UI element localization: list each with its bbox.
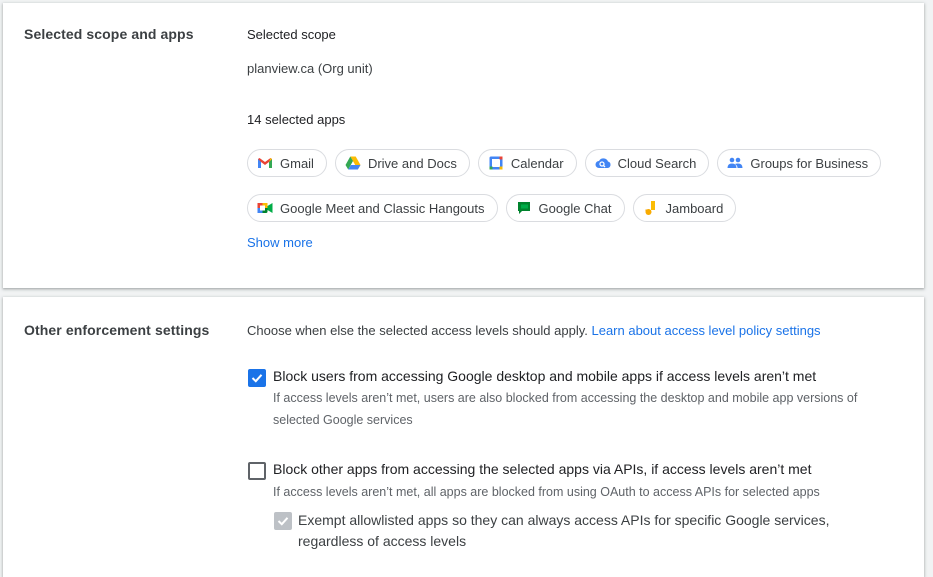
scope-value: planview.ca (Org unit) [247, 61, 373, 76]
drive-icon [345, 155, 361, 171]
app-chip-chat[interactable]: Google Chat [505, 194, 625, 222]
app-chip-gmail[interactable]: Gmail [247, 149, 327, 177]
apps-count: 14 selected apps [247, 112, 346, 127]
cloud-search-icon [595, 155, 611, 171]
enforcement-intro: Choose when else the selected access lev… [247, 323, 821, 338]
app-chip-drive[interactable]: Drive and Docs [334, 149, 470, 177]
learn-more-link[interactable]: Learn about access level policy settings [591, 323, 820, 338]
exempt-allowlisted-checkbox[interactable] [274, 512, 292, 530]
app-chip-label: Google Meet and Classic Hangouts [280, 200, 485, 216]
check-icon [251, 374, 263, 383]
apps-chip-row-1: Gmail Drive and Docs Calendar Cloud Sear… [247, 149, 882, 177]
enforcement-card: Other enforcement settings Choose when e… [3, 297, 924, 577]
scope-card: Selected scope and apps Selected scope p… [3, 3, 924, 288]
exempt-allowlisted-label-1: Exempt allowlisted apps so they can alwa… [298, 512, 830, 528]
show-more-link[interactable]: Show more [247, 235, 313, 250]
scope-label: Selected scope [247, 27, 336, 42]
app-chip-meet[interactable]: Google Meet and Classic Hangouts [247, 194, 498, 222]
section-title-enforcement: Other enforcement settings [24, 322, 210, 338]
block-desktop-mobile-label[interactable]: Block users from accessing Google deskto… [273, 366, 816, 387]
app-chip-label: Google Chat [538, 200, 612, 216]
block-api-apps-checkbox[interactable] [248, 462, 266, 480]
app-chip-cloud-search[interactable]: Cloud Search [584, 149, 710, 177]
app-chip-label: Jamboard [665, 200, 724, 216]
check-icon [277, 517, 289, 526]
app-chip-label: Cloud Search [617, 155, 697, 171]
block-desktop-mobile-checkbox[interactable] [248, 369, 266, 387]
block-api-apps-label[interactable]: Block other apps from accessing the sele… [273, 459, 811, 480]
meet-icon [257, 200, 273, 216]
exempt-allowlisted-label-2: regardless of access levels [298, 533, 467, 549]
calendar-icon [488, 155, 504, 171]
app-chip-calendar[interactable]: Calendar [477, 149, 577, 177]
section-title-scope: Selected scope and apps [24, 26, 194, 42]
block-desktop-mobile-desc-2: selected Google services [273, 413, 413, 427]
block-desktop-mobile-desc-1: If access levels aren’t met, users are a… [273, 391, 858, 405]
intro-text: Choose when else the selected access lev… [247, 323, 588, 338]
app-chip-groups[interactable]: Groups for Business [717, 149, 882, 177]
app-chip-label: Groups for Business [750, 155, 869, 171]
app-chip-jamboard[interactable]: Jamboard [632, 194, 737, 222]
chat-icon [516, 200, 532, 216]
gmail-icon [257, 155, 273, 171]
app-chip-label: Gmail [280, 155, 314, 171]
groups-icon [727, 155, 743, 171]
app-chip-label: Drive and Docs [367, 155, 457, 171]
apps-chip-row-2: Google Meet and Classic Hangouts Google … [247, 194, 737, 222]
block-api-apps-desc: If access levels aren’t met, all apps ar… [273, 485, 820, 499]
jamboard-icon [643, 200, 659, 216]
app-chip-label: Calendar [510, 155, 564, 171]
